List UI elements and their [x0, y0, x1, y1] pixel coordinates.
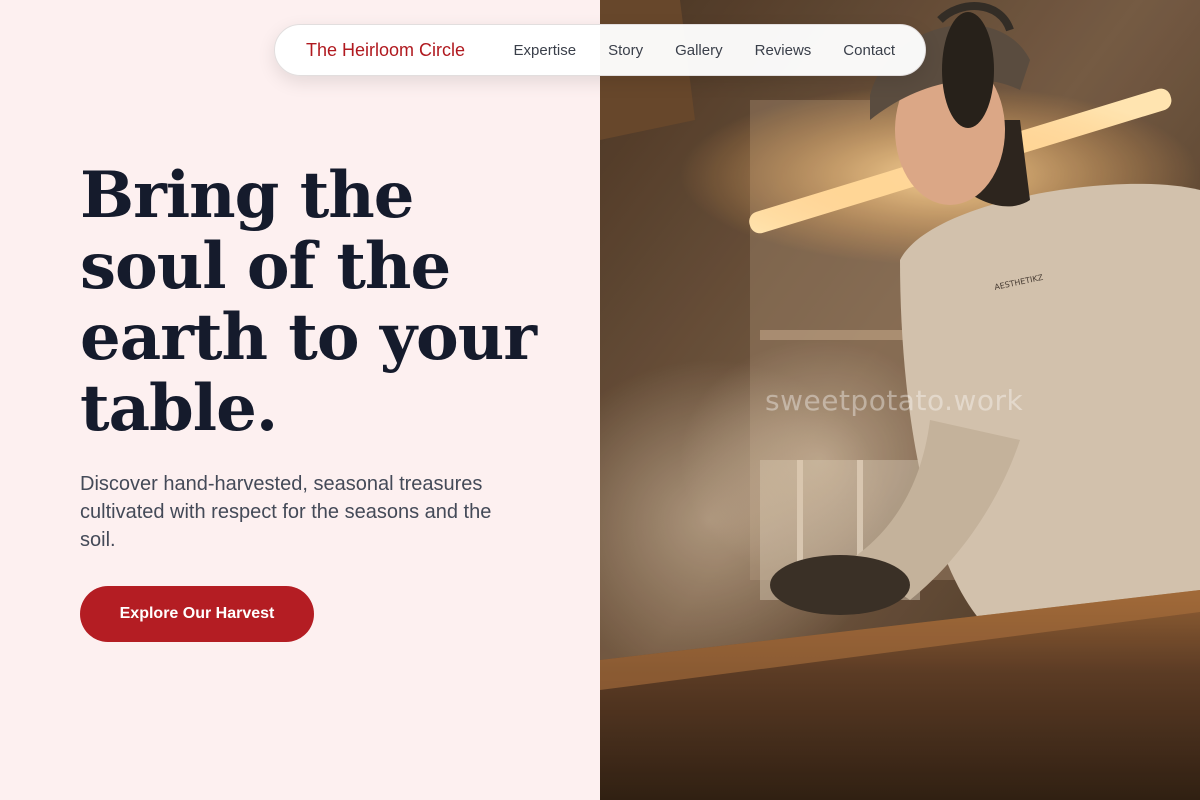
nav-link-gallery[interactable]: Gallery: [675, 42, 723, 59]
explore-harvest-button[interactable]: Explore Our Harvest: [80, 586, 314, 642]
nav-link-expertise[interactable]: Expertise: [514, 42, 577, 59]
top-navbar: The Heirloom Circle Expertise Story Gall…: [274, 24, 926, 76]
nav-links: Expertise Story Gallery Reviews Contact: [514, 42, 895, 59]
brand-logo-text[interactable]: The Heirloom Circle: [306, 40, 465, 61]
watermark-text: sweetpotato.work: [765, 384, 1024, 417]
nav-link-story[interactable]: Story: [608, 42, 643, 59]
hero-subheadline: Discover hand-harvested, seasonal treasu…: [80, 473, 492, 551]
nav-link-contact[interactable]: Contact: [843, 42, 895, 59]
nav-link-reviews[interactable]: Reviews: [755, 42, 812, 59]
hero-headline: Bring the soul of the earth to your tabl…: [80, 158, 537, 446]
